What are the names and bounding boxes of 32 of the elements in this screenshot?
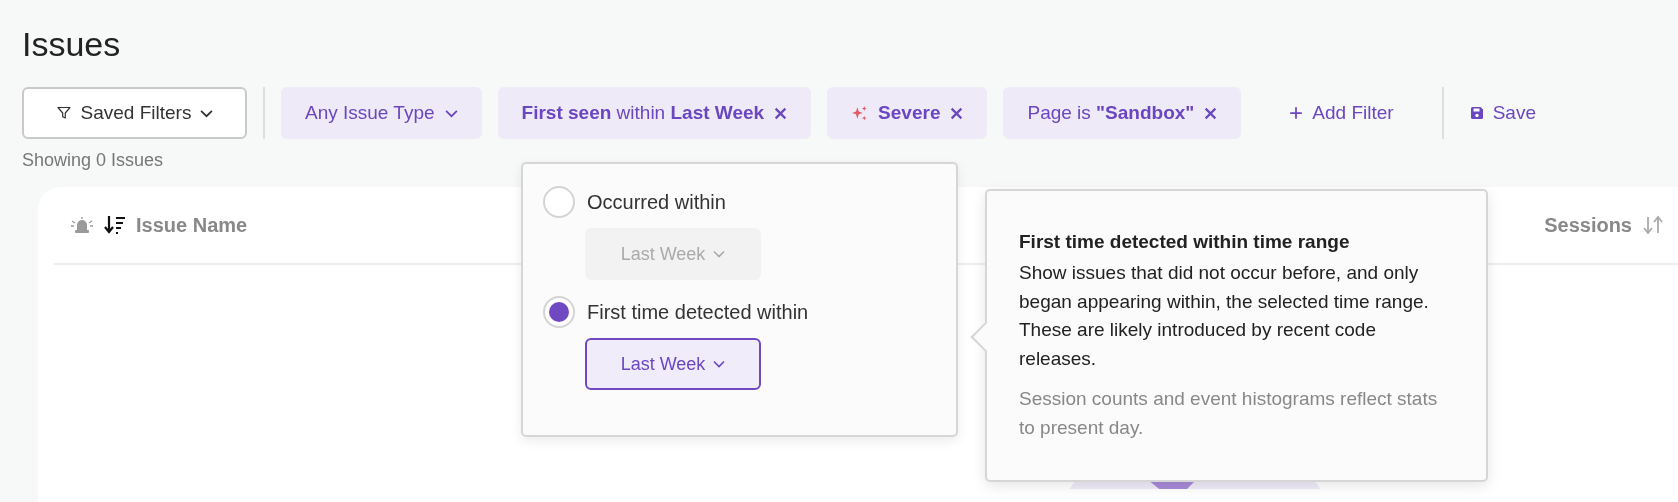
save-icon	[1469, 106, 1484, 120]
saved-filters-button[interactable]: Saved Filters	[22, 87, 247, 139]
range-dropdown[interactable]: Last Week	[585, 338, 761, 390]
filter-chip[interactable]: Page is "Sandbox"	[1003, 87, 1242, 139]
sort-icon[interactable]	[104, 215, 126, 235]
filter-chip[interactable]: First seen within Last Week	[497, 87, 812, 139]
add-filter-button[interactable]: Add Filter	[1279, 102, 1404, 124]
sparkle-icon	[851, 104, 869, 122]
chevron-down-icon	[200, 108, 214, 118]
tooltip-title: First time detected within time range	[1019, 231, 1351, 253]
siren-icon	[70, 216, 94, 234]
radio-button[interactable]	[543, 186, 575, 218]
filter-icon	[55, 105, 72, 121]
chevron-down-icon	[713, 250, 726, 258]
chevron-down-icon	[444, 108, 458, 118]
chevron-down-icon	[713, 360, 726, 368]
close-icon	[1204, 106, 1218, 120]
column-header[interactable]: Issue Name	[136, 213, 248, 237]
filter-chip[interactable]: Severe	[827, 87, 988, 139]
filter-chip[interactable]: Any Issue Type	[281, 87, 482, 139]
radio-button[interactable]	[543, 296, 575, 328]
option-label: Occurred within	[587, 190, 726, 214]
tooltip-note: Session counts and event histograms reflect stats to present day.	[1019, 387, 1439, 440]
page-title: Issues	[22, 24, 122, 65]
column-header[interactable]: Sessions	[1544, 213, 1632, 237]
close-icon	[950, 106, 964, 120]
tooltip-text: Show issues that did not occur before, and only began appearing within, the selected time range. These are likely introduced by recent code releases.	[1019, 261, 1430, 371]
close-icon	[774, 106, 788, 120]
plus-icon	[1289, 106, 1304, 120]
result-count: Showing 0 Issues	[22, 150, 165, 171]
save-button[interactable]: Save	[1459, 102, 1546, 124]
option-label: First time detected within	[587, 300, 809, 324]
